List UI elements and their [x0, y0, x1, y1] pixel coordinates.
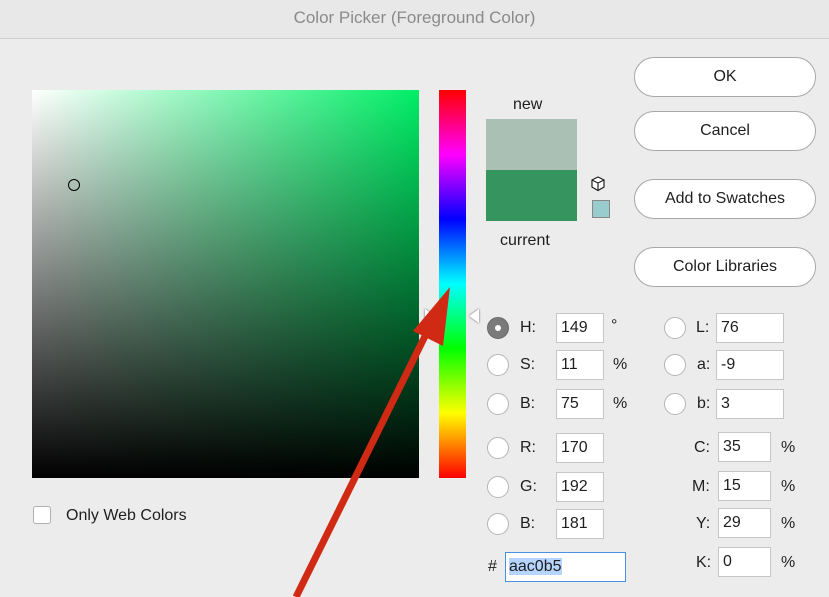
brightness-unit: %	[613, 395, 628, 412]
red-radio[interactable]	[487, 437, 509, 459]
current-color-swatch[interactable]	[486, 170, 577, 221]
hue-slider-handle-left[interactable]	[425, 309, 435, 323]
only-web-colors-label[interactable]: Only Web Colors	[66, 507, 187, 525]
magenta-input[interactable]: 15	[718, 471, 771, 501]
new-label: new	[513, 96, 543, 113]
lab-b-label: b:	[697, 395, 711, 412]
only-web-colors-checkbox[interactable]	[33, 506, 51, 524]
hue-radio[interactable]	[487, 317, 509, 339]
black-input[interactable]: 0	[718, 547, 771, 577]
lab-a-label: a:	[697, 356, 711, 373]
blue-radio[interactable]	[487, 513, 509, 535]
lightness-label: L:	[696, 319, 710, 336]
color-libraries-button[interactable]: Color Libraries	[634, 247, 816, 287]
blue-input[interactable]: 181	[556, 509, 604, 539]
magenta-unit: %	[781, 478, 796, 495]
brightness-label: B:	[520, 395, 536, 412]
green-radio[interactable]	[487, 476, 509, 498]
blue-label: B:	[520, 515, 536, 532]
lab-a-input[interactable]: -9	[716, 350, 784, 380]
saturation-input[interactable]: 11	[556, 350, 604, 380]
current-label: current	[500, 232, 550, 249]
hue-slider-handle[interactable]	[469, 309, 479, 323]
lab-a-radio[interactable]	[664, 354, 686, 376]
red-label: R:	[520, 439, 536, 456]
saturation-unit: %	[613, 356, 628, 373]
color-field-cursor[interactable]	[68, 179, 80, 191]
brightness-input[interactable]: 75	[556, 389, 604, 419]
green-label: G:	[520, 478, 537, 495]
cyan-input[interactable]: 35	[718, 432, 771, 462]
ok-button[interactable]: OK	[634, 57, 816, 97]
lightness-input[interactable]: 76	[716, 313, 784, 343]
brightness-radio[interactable]	[487, 393, 509, 415]
add-to-swatches-button[interactable]: Add to Swatches	[634, 179, 816, 219]
color-field[interactable]	[32, 90, 419, 478]
cyan-label: C:	[694, 439, 710, 456]
new-color-swatch	[486, 119, 577, 170]
yellow-unit: %	[781, 515, 796, 532]
hue-unit: °	[611, 317, 618, 334]
yellow-label: Y:	[696, 515, 711, 532]
window-title: Color Picker (Foreground Color)	[0, 0, 829, 39]
web-safe-swatch[interactable]	[592, 200, 610, 218]
lightness-radio[interactable]	[664, 317, 686, 339]
hex-value: aac0b5	[509, 558, 562, 575]
black-label: K:	[696, 554, 712, 571]
lab-b-input[interactable]: 3	[716, 389, 784, 419]
hex-symbol: #	[488, 558, 497, 575]
hue-input[interactable]: 149	[556, 313, 604, 343]
cyan-unit: %	[781, 439, 796, 456]
red-input[interactable]: 170	[556, 433, 604, 463]
green-input[interactable]: 192	[556, 472, 604, 502]
hue-label: H:	[520, 319, 536, 336]
cancel-button[interactable]: Cancel	[634, 111, 816, 151]
hex-input[interactable]: aac0b5	[505, 552, 626, 582]
saturation-label: S:	[520, 356, 536, 373]
cube-icon[interactable]	[590, 176, 606, 192]
lab-b-radio[interactable]	[664, 393, 686, 415]
saturation-radio[interactable]	[487, 354, 509, 376]
yellow-input[interactable]: 29	[718, 508, 771, 538]
magenta-label: M:	[692, 478, 710, 495]
black-unit: %	[781, 554, 796, 571]
hue-slider[interactable]	[439, 90, 466, 478]
